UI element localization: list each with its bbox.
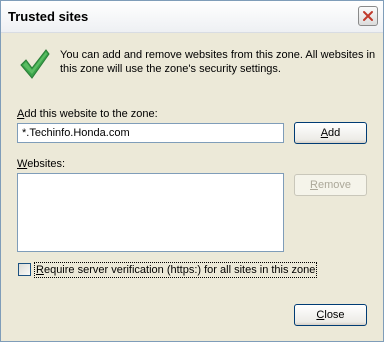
website-input[interactable]: *.Techinfo.Honda.com <box>17 123 284 143</box>
require-https-checkbox[interactable] <box>18 263 31 276</box>
close-button[interactable]: Close <box>294 304 367 326</box>
websites-list[interactable] <box>17 173 284 252</box>
trusted-sites-dialog: Trusted sites You can add and remove web… <box>0 0 384 342</box>
close-window-button[interactable] <box>358 6 378 26</box>
websites-label: Websites: <box>17 158 66 170</box>
require-https-label[interactable]: Require server verification (https:) for… <box>34 262 318 278</box>
dialog-title: Trusted sites <box>8 9 89 24</box>
add-website-label: Add this website to the zone: <box>17 108 158 120</box>
close-icon <box>363 11 373 21</box>
add-button[interactable]: Add <box>294 122 367 144</box>
remove-button[interactable]: Remove <box>294 174 367 196</box>
zone-info-text: You can add and remove websites from thi… <box>60 49 376 75</box>
title-bar[interactable]: Trusted sites <box>1 1 383 33</box>
checkmark-icon <box>20 49 50 79</box>
